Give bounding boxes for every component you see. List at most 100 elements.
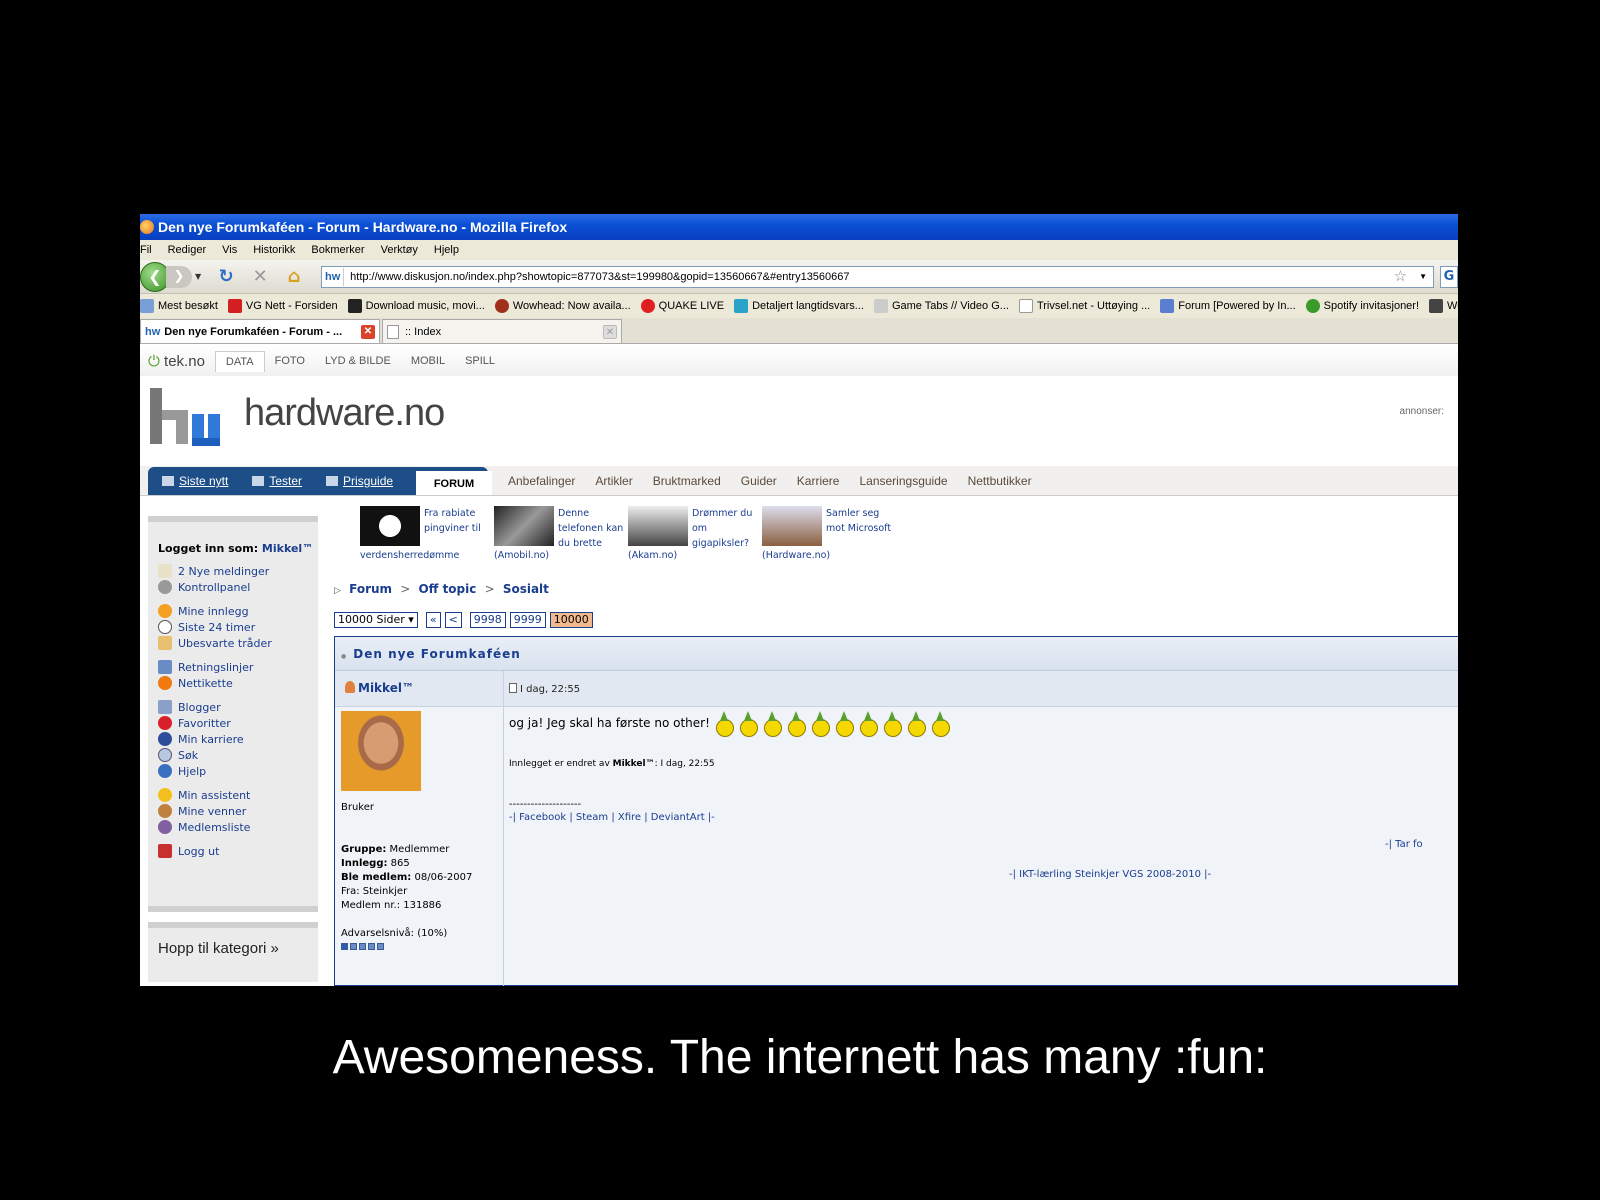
- subnav-karriere[interactable]: Karriere: [797, 474, 840, 488]
- sidebar-item-unanswered[interactable]: Ubesvarte tråder: [158, 635, 318, 651]
- caption: Awesomeness. The internett has many :fun…: [332, 1031, 1268, 1084]
- news-source[interactable]: (Amobil.no): [494, 549, 549, 563]
- forward-arrow-icon[interactable]: ❯: [166, 265, 192, 288]
- bookmark-item[interactable]: Spotify invitasjoner!: [1305, 299, 1419, 313]
- signature-links[interactable]: -| Facebook | Steam | Xfire | DeviantArt…: [509, 812, 1449, 823]
- previous-page-button[interactable]: <: [444, 612, 462, 628]
- column-divider: [503, 671, 504, 986]
- sidebar-item-favorites[interactable]: Favoritter: [158, 715, 318, 731]
- hardware-logo-icon[interactable]: [146, 384, 226, 454]
- bookmark-item[interactable]: We Did: [1429, 299, 1458, 313]
- sidebar-item-search[interactable]: Søk: [158, 747, 318, 763]
- nav-forum[interactable]: FORUM: [416, 471, 492, 495]
- nav-siste-nytt[interactable]: Siste nytt: [148, 474, 238, 488]
- breadcrumb-sosialt[interactable]: Sosialt: [503, 582, 549, 596]
- stop-icon[interactable]: ✕: [249, 266, 271, 288]
- bookmark-star-icon[interactable]: ☆: [1394, 267, 1407, 287]
- menu-rediger[interactable]: Rediger: [168, 244, 207, 256]
- nav-tester[interactable]: Tester: [238, 474, 312, 488]
- subnav-artikler[interactable]: Artikler: [595, 474, 632, 488]
- subnav-anbefalinger[interactable]: Anbefalinger: [508, 474, 575, 488]
- breadcrumb-off-topic[interactable]: Off topic: [418, 582, 476, 596]
- logged-in-user[interactable]: Mikkel™: [262, 542, 313, 555]
- site-name[interactable]: hardware.no: [244, 392, 445, 435]
- news-strip: Fra rabiate pingviner til verdensherredø…: [360, 506, 900, 568]
- sidebar-item-messages[interactable]: 2 Nye meldinger: [158, 563, 318, 579]
- close-tab-icon[interactable]: ✕: [603, 324, 617, 339]
- warn-level[interactable]: Advarselsnivå: (10%): [341, 927, 497, 941]
- sidebar-item-memberlist[interactable]: Medlemsliste: [158, 819, 318, 835]
- sidebar-item-logout[interactable]: Logg ut: [158, 843, 318, 859]
- bookmark-item[interactable]: Detaljert langtidsvars...: [734, 299, 864, 313]
- tek-tab-spill[interactable]: SPILL: [455, 351, 505, 371]
- avatar[interactable]: [341, 711, 421, 791]
- nav-prisguide[interactable]: Prisguide: [312, 474, 403, 488]
- news-item[interactable]: Drømmer du om gigapiksler?: [628, 506, 762, 551]
- post-date[interactable]: I dag, 22:55: [509, 683, 580, 695]
- news-source[interactable]: (Akam.no): [628, 549, 677, 563]
- news-source[interactable]: verdensherredømme: [360, 549, 459, 563]
- warning-icon: [158, 676, 172, 690]
- post-text-line: og ja! Jeg skal ha første no other!: [509, 711, 1449, 737]
- sidebar-item-help[interactable]: Hjelp: [158, 763, 318, 779]
- bookmark-item[interactable]: Game Tabs // Video G...: [873, 299, 1009, 313]
- sidebar-item-my-posts[interactable]: Mine innlegg: [158, 603, 318, 619]
- page-count-dropdown[interactable]: 10000 Sider ▾: [334, 612, 418, 628]
- subnav-guider[interactable]: Guider: [741, 474, 777, 488]
- subnav-lanseringsguide[interactable]: Lanseringsguide: [859, 474, 947, 488]
- main-nav: Siste nytt Tester Prisguide FORUM: [148, 467, 492, 495]
- bookmark-item[interactable]: Mest besøkt: [140, 299, 218, 313]
- bookmark-item[interactable]: Wowhead: Now availa...: [494, 299, 631, 313]
- reload-icon[interactable]: ↻: [215, 266, 237, 288]
- breadcrumb-forum[interactable]: Forum: [349, 582, 392, 596]
- jump-to-category[interactable]: Hopp til kategori »: [148, 922, 318, 982]
- history-dropdown-icon[interactable]: ▼: [195, 272, 201, 281]
- news-item[interactable]: Fra rabiate pingviner til: [360, 506, 494, 546]
- tek-tab-lyd-bilde[interactable]: LYD & BILDE: [315, 351, 401, 371]
- page-link[interactable]: 9998: [469, 612, 506, 628]
- address-url[interactable]: http://www.diskusjon.no/index.php?showto…: [350, 267, 1393, 287]
- menu-fil[interactable]: Fil: [140, 244, 152, 256]
- tek-tab-mobil[interactable]: MOBIL: [401, 351, 455, 371]
- news-item[interactable]: Samler seg mot Microsoft: [762, 506, 896, 546]
- close-tab-icon[interactable]: ✕: [361, 324, 375, 339]
- news-item[interactable]: Denne telefonen kan du brette: [494, 506, 628, 551]
- sidebar-item-career[interactable]: Min karriere: [158, 731, 318, 747]
- bookmark-item[interactable]: Forum [Powered by In...: [1160, 299, 1296, 313]
- sidebar-item-friends[interactable]: Mine venner: [158, 803, 318, 819]
- news-source[interactable]: (Hardware.no): [762, 549, 830, 563]
- menu-historikk[interactable]: Historikk: [253, 244, 295, 256]
- tab-index[interactable]: :: Index ✕: [382, 319, 622, 343]
- members-icon: [158, 820, 172, 834]
- bookmark-item[interactable]: Trivsel.net - Uttøying ...: [1018, 299, 1150, 313]
- bookmark-item[interactable]: VG Nett - Forsiden: [227, 299, 338, 313]
- sidebar-item-control-panel[interactable]: Kontrollpanel: [158, 579, 318, 595]
- tab-forumkafeen[interactable]: hw Den nye Forumkaféen - Forum - ... ✕: [140, 319, 380, 343]
- url-dropdown-icon[interactable]: ▼: [1419, 267, 1427, 287]
- sidebar-item-guidelines[interactable]: Retningslinjer: [158, 659, 318, 675]
- tek-logo[interactable]: ⏻ tek.no: [148, 353, 205, 370]
- menu-hjelp[interactable]: Hjelp: [434, 244, 459, 256]
- search-engine-icon[interactable]: G: [1440, 265, 1458, 288]
- menu-bokmerker[interactable]: Bokmerker: [311, 244, 364, 256]
- bookmark-item[interactable]: Download music, movi...: [347, 299, 485, 313]
- sidebar-item-netiquette[interactable]: Nettikette: [158, 675, 318, 691]
- sidebar-item-blogs[interactable]: Blogger: [158, 699, 318, 715]
- sidebar-item-last-24h[interactable]: Siste 24 timer: [158, 619, 318, 635]
- menu-verktoy[interactable]: Verktøy: [381, 244, 418, 256]
- page-link[interactable]: 9999: [509, 612, 546, 628]
- subnav-nettbutikker[interactable]: Nettbutikker: [968, 474, 1032, 488]
- tab-strip: hw Den nye Forumkaféen - Forum - ... ✕ :…: [140, 318, 1458, 344]
- home-icon[interactable]: ⌂: [283, 266, 305, 288]
- first-page-button[interactable]: «: [425, 612, 441, 628]
- post-author[interactable]: Mikkel™: [345, 681, 414, 695]
- news-thumbnail: [628, 506, 688, 546]
- bookmark-item[interactable]: QUAKE LIVE: [640, 299, 724, 313]
- sidebar-item-assistant[interactable]: Min assistent: [158, 787, 318, 803]
- subnav-bruktmarked[interactable]: Bruktmarked: [653, 474, 721, 488]
- address-bar[interactable]: hw http://www.diskusjon.no/index.php?sho…: [321, 265, 1434, 288]
- tek-tab-foto[interactable]: FOTO: [265, 351, 315, 371]
- sidebar-group: Retningslinjer Nettikette: [158, 659, 318, 691]
- tek-tab-data[interactable]: DATA: [214, 350, 265, 372]
- menu-vis[interactable]: Vis: [222, 244, 237, 256]
